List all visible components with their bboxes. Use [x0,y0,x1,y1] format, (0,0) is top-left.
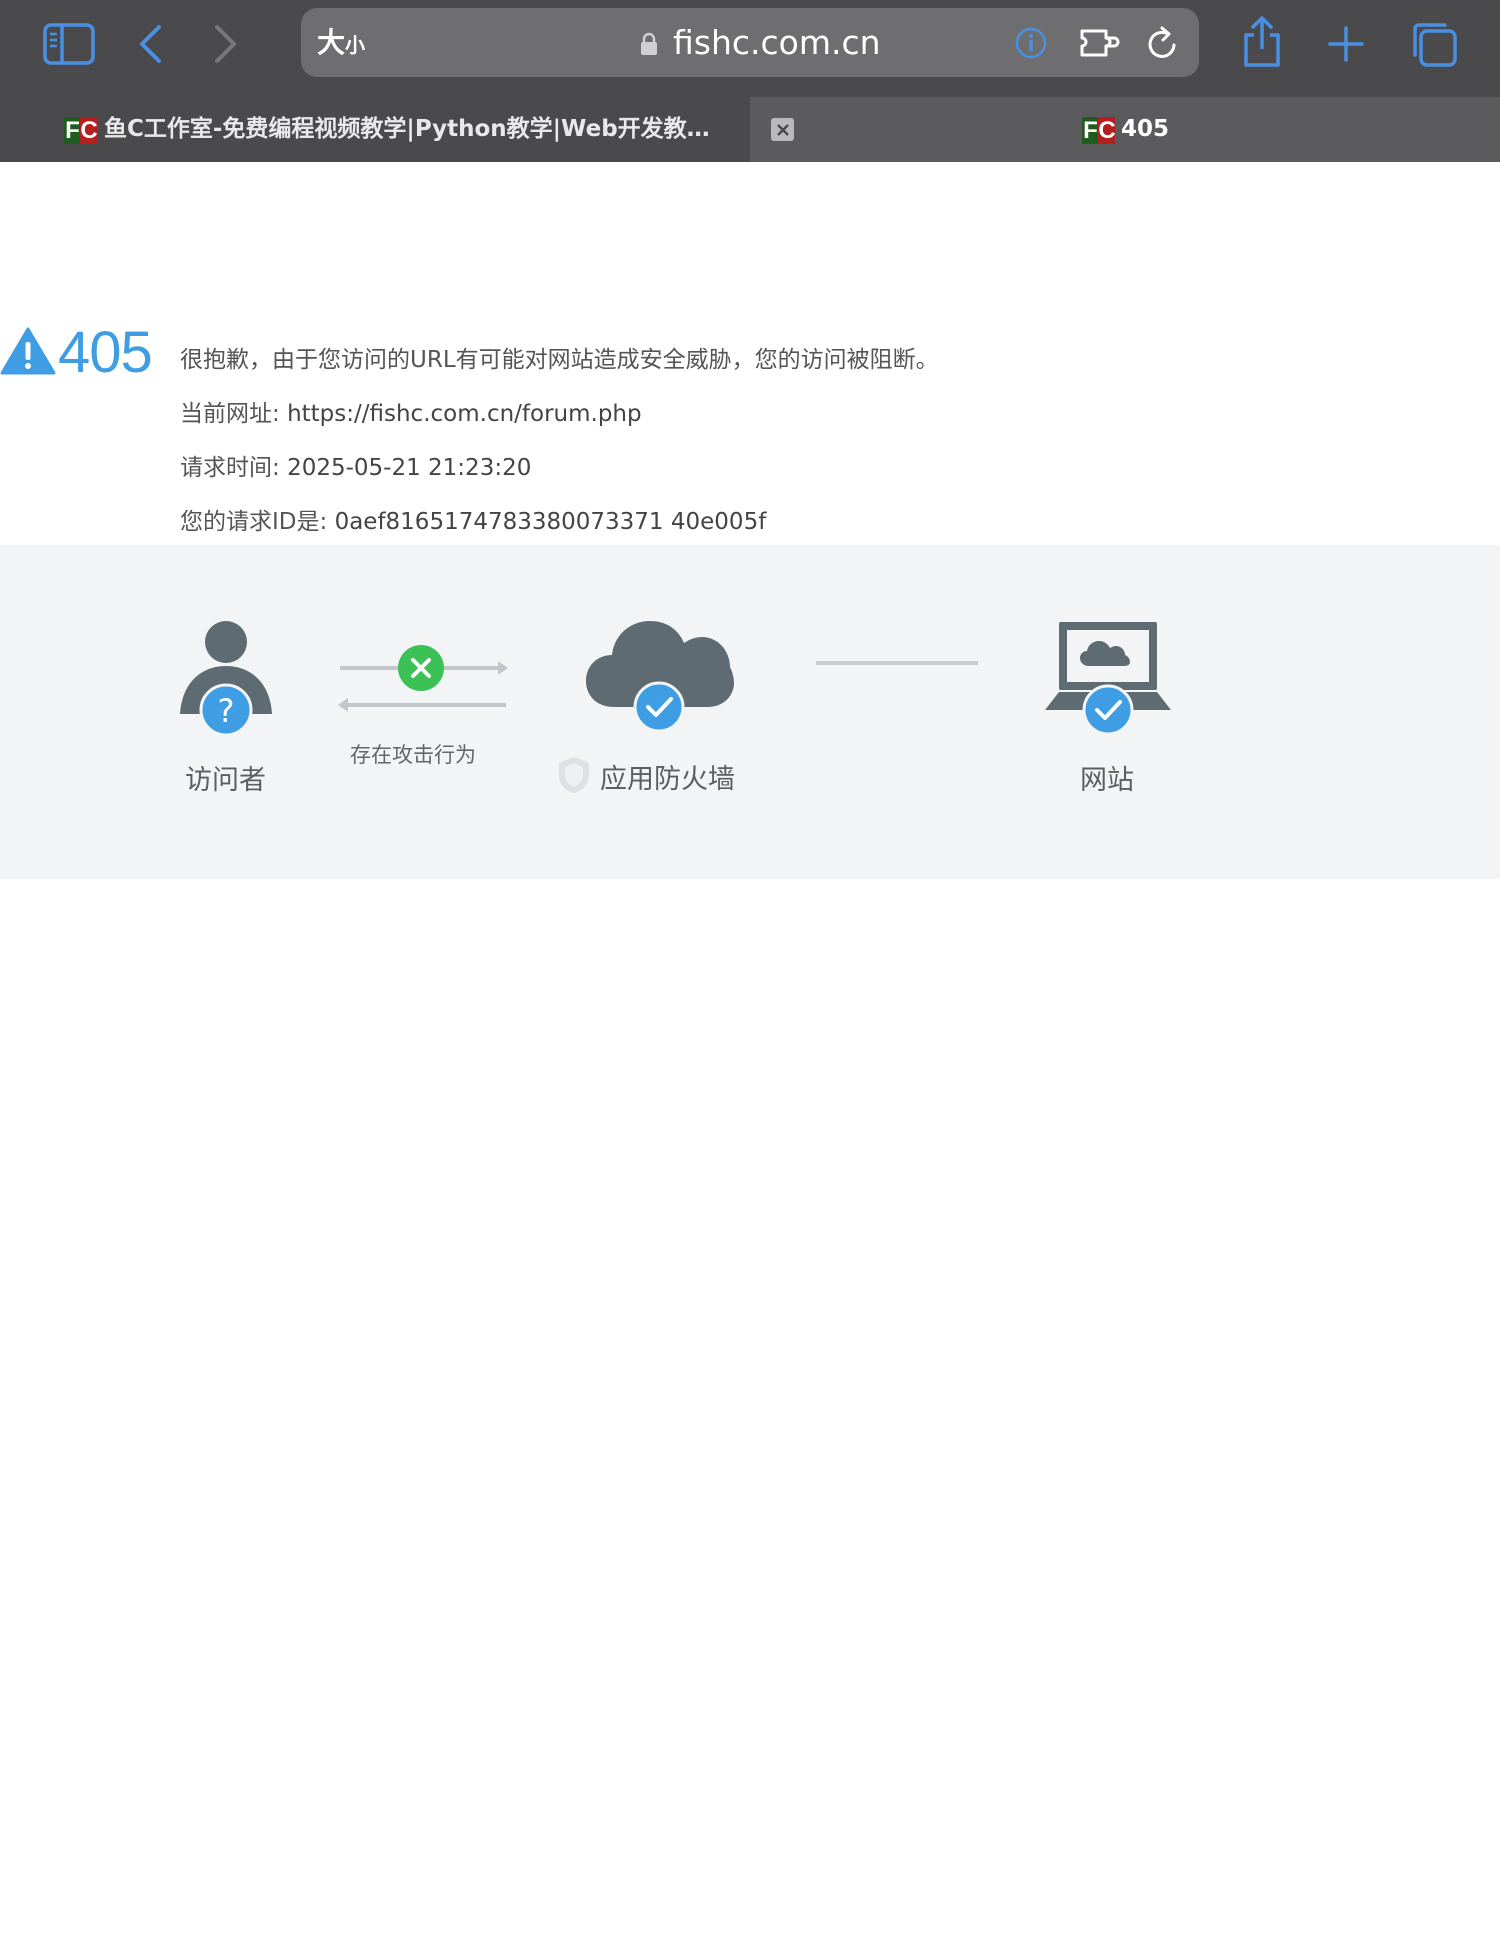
back-icon[interactable] [132,20,168,68]
tab-overview-icon[interactable] [1408,18,1460,70]
tab-fishc-home[interactable]: FC 鱼C工作室-免费编程视频教学|Python教学|Web开发教… [0,97,750,162]
tab-405[interactable]: FC 405 [800,97,1500,162]
lock-icon [639,32,659,60]
forward-icon[interactable] [208,20,244,68]
svg-text:?: ? [218,692,235,730]
website-label: 网站 [1080,765,1134,796]
current-url: https://fishc.com.cn/forum.php [287,401,642,427]
firewall-cloud-icon [586,617,734,737]
tab-strip: FC 鱼C工作室-免费编程视频教学|Python教学|Web开发教… FC 40… [0,97,1500,162]
browser-toolbar: 大小 fishc.com.cn [0,0,1500,97]
reload-icon[interactable] [1144,8,1180,77]
tab-title: 405 [1121,116,1170,142]
info-icon[interactable] [1014,8,1048,77]
request-id-line: 您的请求ID是: 0aef8165174783380073371 40e005f [180,509,767,535]
extension-icon[interactable] [1078,8,1120,77]
visitor-icon: ? [178,620,274,742]
request-time-line: 请求时间: 2025-05-21 21:23:20 [180,455,532,481]
block-diagram: ? 访问者 存在攻击行为 应用防火墙 网站 [0,545,1500,879]
new-tab-icon[interactable] [1324,20,1368,68]
tab-title: 鱼C工作室-免费编程视频教学|Python教学|Web开发教… [104,116,710,142]
website-laptop-icon [1045,620,1171,742]
attack-arrows-icon [338,645,508,719]
error-code: 405 [58,320,153,385]
request-time: 2025-05-21 21:23:20 [287,455,532,481]
fishc-favicon-icon: FC [64,117,97,144]
current-url-line: 当前网址: https://fishc.com.cn/forum.php [180,401,642,427]
address-bar[interactable]: 大小 fishc.com.cn [301,8,1199,77]
share-icon[interactable] [1238,14,1286,70]
firewall-label: 应用防火墙 [600,764,735,795]
address-host: fishc.com.cn [673,23,881,62]
visitor-label: 访问者 [185,765,266,796]
connector-line [816,661,978,665]
text-size-button[interactable]: 大小 [317,8,365,77]
fishc-favicon-icon: FC [1082,117,1115,144]
sidebar-icon[interactable] [40,20,98,68]
request-id: 0aef8165174783380073371 40e005f [334,509,767,535]
warning-icon [0,326,56,380]
close-icon[interactable] [771,118,794,141]
shield-icon [556,755,592,799]
error-message: 很抱歉，由于您访问的URL有可能对网站造成安全威胁，您的访问被阻断。 [180,347,939,373]
attack-label: 存在攻击行为 [350,743,476,767]
